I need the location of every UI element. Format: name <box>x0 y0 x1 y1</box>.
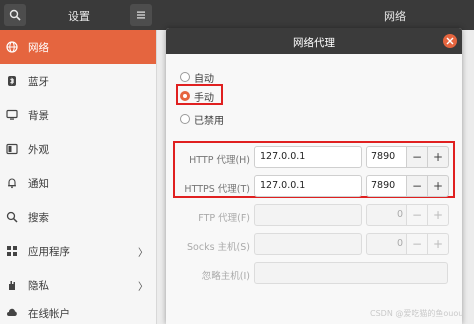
close-icon <box>446 37 454 45</box>
watermark-text: CSDN @爱吃猫的鱼ouou <box>370 309 464 318</box>
method-manual-radio[interactable]: 手动 <box>180 88 214 104</box>
network-proxy-dialog: 网络代理 自动 手动 已禁用 HTTP 代理(H) 127.0.0.1 7890… <box>166 28 462 324</box>
search-icon <box>9 9 21 21</box>
ftp-proxy-port-input[interactable]: 0 <box>366 204 408 226</box>
https-proxy-label: HTTPS 代理(T) <box>184 184 250 195</box>
http-port-decrement-button[interactable]: − <box>406 146 428 168</box>
socks-port-increment-button[interactable]: + <box>427 233 449 255</box>
http-port-increment-button[interactable]: + <box>427 146 449 168</box>
bell-icon <box>6 177 18 189</box>
ignore-hosts-label: 忽略主机(I) <box>201 271 250 282</box>
ftp-port-decrement-button[interactable]: − <box>406 204 428 226</box>
socks-host-input[interactable] <box>254 233 362 255</box>
sidebar-item-label: 网络 <box>28 41 49 54</box>
http-proxy-host-input[interactable]: 127.0.0.1 <box>254 146 362 168</box>
chevron-right-icon: 〉 <box>138 281 148 293</box>
sidebar: 网络 蓝牙 背景 外观 通知 搜索 应用程序 〉 隐私 〉 在线帐户 <box>0 30 157 324</box>
sidebar-item-bluetooth[interactable]: 蓝牙 <box>0 64 156 98</box>
radio-button[interactable] <box>180 72 190 82</box>
https-proxy-host-input[interactable]: 127.0.0.1 <box>254 175 362 197</box>
https-port-increment-button[interactable]: + <box>427 175 449 197</box>
bluetooth-icon <box>6 75 18 87</box>
sidebar-item-label: 蓝牙 <box>28 75 49 88</box>
appearance-icon <box>6 143 18 155</box>
ignore-hosts-input[interactable] <box>254 262 448 284</box>
socks-port-decrement-button[interactable]: − <box>406 233 428 255</box>
dialog-header: 网络代理 <box>166 28 462 54</box>
sidebar-item-label: 应用程序 <box>28 245 70 258</box>
sidebar-item-notifications[interactable]: 通知 <box>0 166 156 200</box>
cloud-icon <box>6 307 18 319</box>
socks-host-label: Socks 主机(S) <box>187 242 250 253</box>
http-proxy-port-input[interactable]: 7890 <box>366 146 408 168</box>
apps-icon <box>6 245 18 257</box>
ftp-proxy-label: FTP 代理(F) <box>198 213 250 224</box>
sidebar-item-applications[interactable]: 应用程序 〉 <box>0 234 156 268</box>
sidebar-item-appearance[interactable]: 外观 <box>0 132 156 166</box>
method-disabled-radio[interactable]: 已禁用 <box>180 111 224 127</box>
sidebar-item-online-accounts[interactable]: 在线帐户 <box>0 302 156 324</box>
https-port-decrement-button[interactable]: − <box>406 175 428 197</box>
method-disabled-label: 已禁用 <box>194 115 224 127</box>
sidebar-item-privacy[interactable]: 隐私 〉 <box>0 268 156 302</box>
method-manual-label: 手动 <box>194 92 214 104</box>
dialog-title: 网络代理 <box>293 37 335 49</box>
method-auto-label: 自动 <box>194 73 214 85</box>
sidebar-item-label: 隐私 <box>28 279 49 292</box>
panel-title: 网络 <box>384 10 406 23</box>
top-bar: 设置 网络 <box>0 0 474 30</box>
sidebar-item-label: 外观 <box>28 143 49 156</box>
sidebar-item-label: 通知 <box>28 177 49 190</box>
search-button[interactable] <box>4 4 26 26</box>
method-auto-radio[interactable]: 自动 <box>180 69 214 85</box>
hand-icon <box>6 279 18 291</box>
hamburger-icon <box>137 11 145 19</box>
settings-title: 设置 <box>68 10 90 23</box>
sidebar-item-network[interactable]: 网络 <box>0 30 156 64</box>
socks-port-input[interactable]: 0 <box>366 233 408 255</box>
sidebar-item-background[interactable]: 背景 <box>0 98 156 132</box>
ftp-port-increment-button[interactable]: + <box>427 204 449 226</box>
https-proxy-port-input[interactable]: 7890 <box>366 175 408 197</box>
radio-button[interactable] <box>180 114 190 124</box>
chevron-right-icon: 〉 <box>138 247 148 259</box>
monitor-icon <box>6 109 18 121</box>
globe-icon <box>6 41 18 53</box>
ftp-proxy-host-input[interactable] <box>254 204 362 226</box>
menu-button[interactable] <box>130 4 152 26</box>
sidebar-item-label: 背景 <box>28 109 49 122</box>
sidebar-item-search[interactable]: 搜索 <box>0 200 156 234</box>
search-icon <box>6 211 18 223</box>
sidebar-item-label: 在线帐户 <box>28 307 70 320</box>
sidebar-item-label: 搜索 <box>28 211 49 224</box>
http-proxy-label: HTTP 代理(H) <box>189 155 250 166</box>
radio-button-checked[interactable] <box>180 91 190 101</box>
close-button[interactable] <box>443 34 457 48</box>
